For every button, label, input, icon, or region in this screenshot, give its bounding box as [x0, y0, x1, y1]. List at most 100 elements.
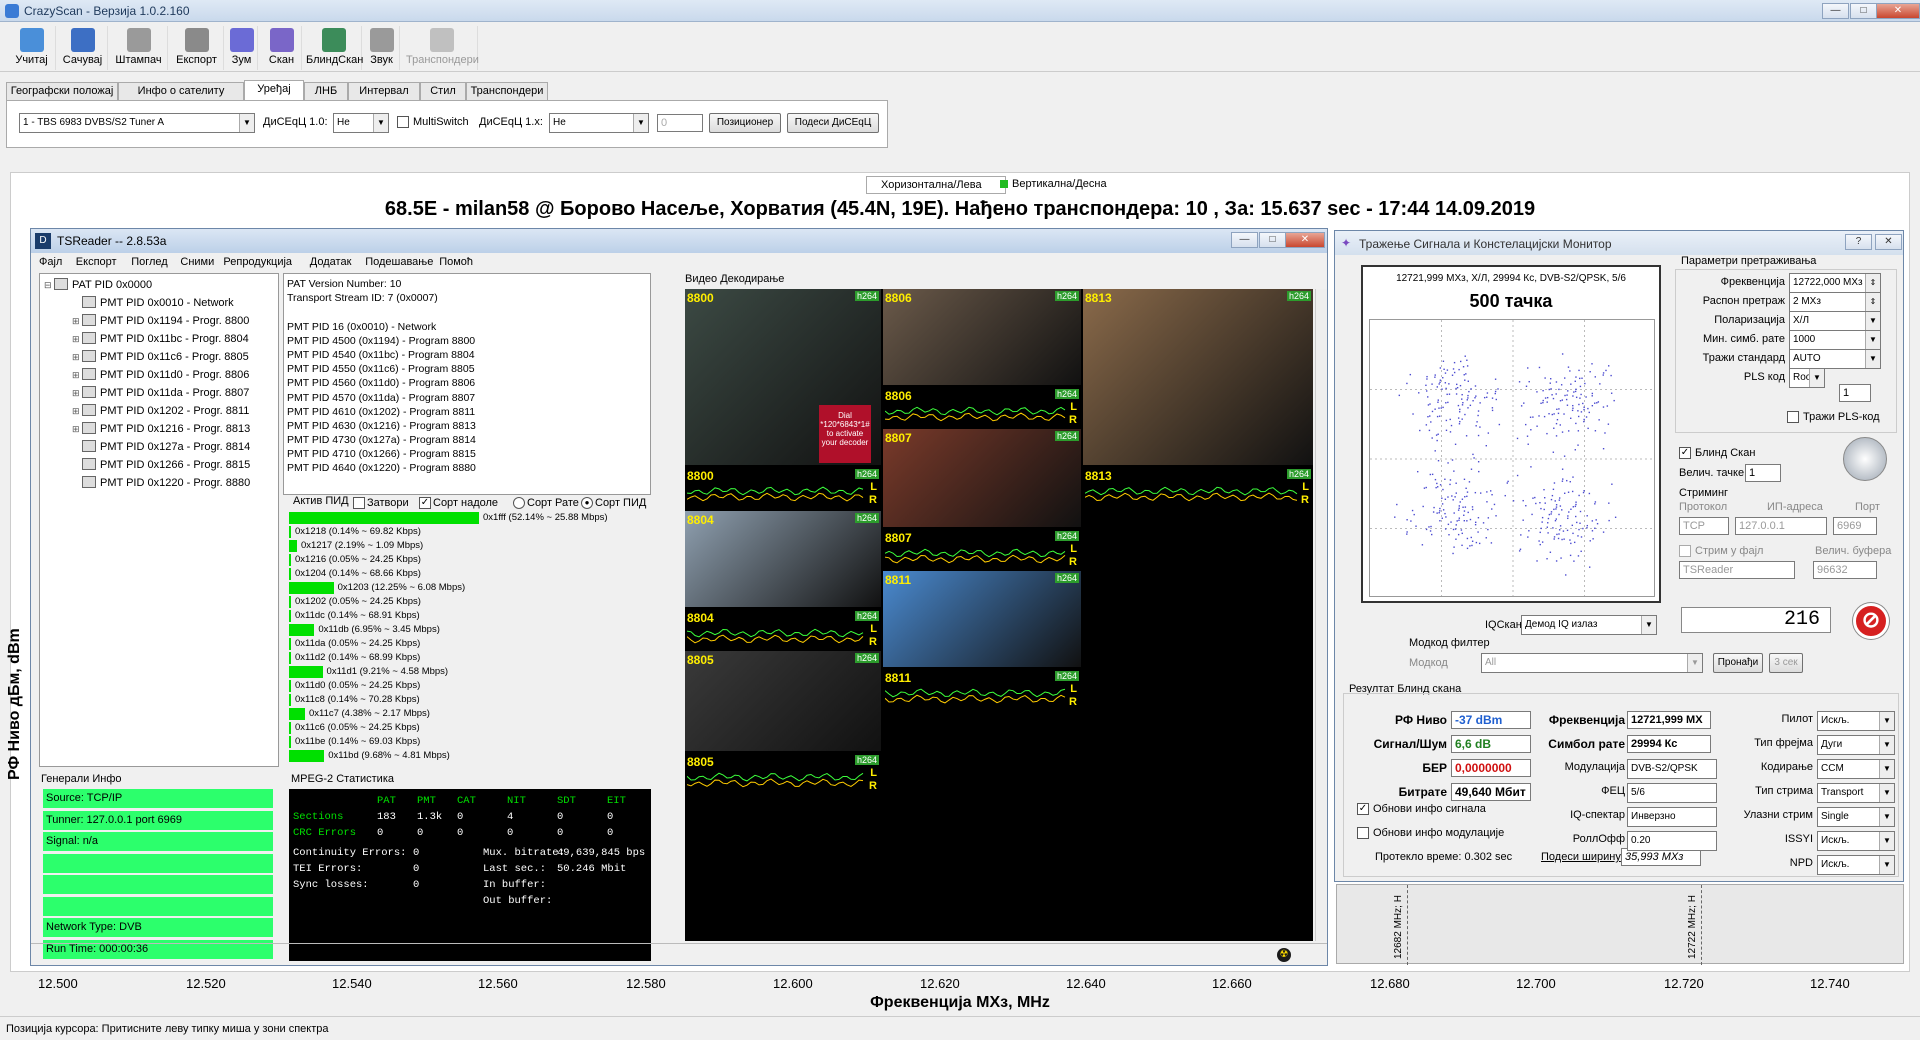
expand-icon[interactable]: ⊞: [72, 330, 82, 348]
expand-icon[interactable]: ⊞: [72, 402, 82, 420]
menu-item[interactable]: Помоћ: [439, 256, 473, 268]
result-select-npd[interactable]: Искљ. ▼: [1817, 855, 1895, 875]
menu-item[interactable]: Додатак: [310, 256, 352, 268]
iq-select[interactable]: Демод IQ излаз ▼: [1521, 615, 1657, 635]
reader-select[interactable]: TSReader: [1679, 561, 1795, 579]
menu-item[interactable]: Сними: [180, 256, 214, 268]
diseqc-settings-button[interactable]: Подеси ДиСЕqЦ: [787, 113, 879, 133]
param-field[interactable]: 1000 ▼: [1789, 330, 1881, 350]
tree-item[interactable]: ⊞ PMT PID 0x11bc - Progr. 8804: [44, 330, 278, 348]
tree-item[interactable]: PMT PID 0x0010 - Network: [44, 294, 278, 312]
tab-2[interactable]: Уређај: [244, 80, 304, 100]
toolbar-zoom-button[interactable]: Зум: [226, 26, 258, 70]
sort-pid-radio[interactable]: ●: [581, 497, 593, 509]
tree-item[interactable]: ⊞ PMT PID 0x11da - Progr. 8807: [44, 384, 278, 402]
result-value-roll[interactable]: 0.20: [1627, 831, 1717, 851]
multiswitch-checkbox[interactable]: [397, 116, 409, 128]
expand-icon[interactable]: ⊞: [72, 420, 82, 438]
monitor-help-button[interactable]: ?: [1845, 234, 1872, 250]
toolbar-save-button[interactable]: Сачувај: [58, 26, 108, 70]
maximize-button[interactable]: □: [1850, 3, 1877, 19]
param-field[interactable]: Х/Л ▼: [1789, 311, 1881, 331]
port-field[interactable]: 6969: [1833, 517, 1877, 535]
expand-icon[interactable]: ⊞: [72, 366, 82, 384]
modcod-select[interactable]: All ▼: [1481, 653, 1703, 673]
toolbar-printer-button[interactable]: Штампач: [110, 26, 168, 70]
bandwidth-link[interactable]: Подеси ширину: [1541, 851, 1621, 863]
video-tile-8806[interactable]: 8806 h264: [883, 289, 1081, 385]
protocol-select[interactable]: TCP: [1679, 517, 1729, 535]
result-select-pilot[interactable]: Искљ. ▼: [1817, 711, 1895, 731]
update-mod-checkbox[interactable]: [1357, 827, 1369, 839]
blind-scan-checkbox[interactable]: ✓: [1679, 447, 1691, 459]
expand-icon[interactable]: ⊟: [44, 276, 54, 294]
param-field[interactable]: 12722,000 МХз ⇕: [1789, 273, 1881, 293]
result-select-code[interactable]: CCM ▼: [1817, 759, 1895, 779]
video-tile-8805[interactable]: 8805 h264: [685, 651, 881, 751]
tree-item[interactable]: PMT PID 0x1266 - Progr. 8815: [44, 456, 278, 474]
update-signal-checkbox[interactable]: ✓: [1357, 803, 1369, 815]
chevron-down-icon[interactable]: ⇕: [1865, 274, 1880, 292]
toolbar-blindscan-button[interactable]: БлиндСкан: [306, 26, 363, 70]
menu-item[interactable]: Репродукција: [223, 256, 292, 268]
tree-item[interactable]: PMT PID 0x127a - Progr. 8814: [44, 438, 278, 456]
result-select-st[interactable]: Transport ▼: [1817, 783, 1895, 803]
tuner-select[interactable]: 1 - TBS 6983 DVBS/S2 Tuner A ▼: [19, 113, 255, 133]
find-button[interactable]: Пронађи: [1713, 653, 1763, 673]
tab-5[interactable]: Стил: [420, 82, 466, 100]
result-select-frame[interactable]: Дуги ▼: [1817, 735, 1895, 755]
close-checkbox[interactable]: [353, 497, 365, 509]
toolbar-scan-button[interactable]: Скан: [262, 26, 302, 70]
chevron-down-icon[interactable]: ⇕: [1865, 293, 1880, 311]
tree-item[interactable]: ⊞ PMT PID 0x11c6 - Progr. 8805: [44, 348, 278, 366]
tab-1[interactable]: Инфо о сателиту: [118, 82, 244, 100]
chevron-down-icon[interactable]: ▼: [1809, 369, 1824, 387]
param-field[interactable]: Root ▼: [1789, 368, 1825, 388]
pls-search-checkbox[interactable]: [1787, 411, 1799, 423]
step-field[interactable]: 1: [1745, 464, 1781, 482]
diseqc-spin[interactable]: 0: [657, 114, 703, 132]
diseqc1x-select[interactable]: Не ▼: [549, 113, 649, 133]
video-tile-8811[interactable]: 8811 h264: [883, 571, 1081, 667]
menu-item[interactable]: Експорт: [76, 256, 117, 268]
expand-icon[interactable]: ⊞: [72, 384, 82, 402]
tab-0[interactable]: Географски положај: [6, 82, 118, 100]
diseqc10-select[interactable]: Не ▼: [333, 113, 389, 133]
pid-tree[interactable]: ⊟ PAT PID 0x0000 PMT PID 0x0010 - Network ⊞…: [39, 273, 279, 767]
result-select-issy[interactable]: Искљ. ▼: [1817, 831, 1895, 851]
toolbar-export-button[interactable]: Експорт: [170, 26, 224, 70]
tab-3[interactable]: ЛНБ: [304, 82, 348, 100]
chevron-down-icon[interactable]: ▼: [1865, 331, 1880, 349]
sort-rate-radio[interactable]: [513, 497, 525, 509]
tree-item[interactable]: ⊞ PMT PID 0x1216 - Progr. 8813: [44, 420, 278, 438]
toolbar-transponders-button[interactable]: Транспондери: [406, 26, 479, 70]
close-button[interactable]: ✕: [1876, 3, 1920, 19]
toolbar-sound-button[interactable]: Звук: [364, 26, 400, 70]
video-scrollbar[interactable]: [1315, 289, 1327, 941]
param-field[interactable]: 2 МХз ⇕: [1789, 292, 1881, 312]
buffer-field[interactable]: 96632: [1813, 561, 1877, 579]
tree-item[interactable]: PMT PID 0x1220 - Progr. 8880: [44, 474, 278, 492]
toolbar-open-button[interactable]: Учитај: [8, 26, 56, 70]
ip-field[interactable]: 127.0.0.1: [1735, 517, 1827, 535]
video-tile-8800[interactable]: 8800 h264 Dial *120*6843*1# to activate yo…: [685, 289, 881, 465]
expand-icon[interactable]: ⊞: [72, 348, 82, 366]
monitor-close-button[interactable]: ✕: [1875, 234, 1902, 250]
positioner-button[interactable]: Позиционер: [709, 113, 781, 133]
tree-item[interactable]: ⊞ PMT PID 0x11d0 - Progr. 8806: [44, 366, 278, 384]
menu-item[interactable]: Поглед: [131, 256, 168, 268]
param-field[interactable]: AUTO ▼: [1789, 349, 1881, 369]
video-tile-8813[interactable]: 8813 h264: [1083, 289, 1313, 465]
tsreader-close-button[interactable]: ✕: [1285, 232, 1325, 248]
menu-item[interactable]: Фајл: [39, 256, 62, 268]
file-stream-checkbox[interactable]: [1679, 545, 1691, 557]
stop-icon[interactable]: ⊘: [1853, 603, 1889, 639]
tree-item[interactable]: ⊞ PMT PID 0x1194 - Progr. 8800: [44, 312, 278, 330]
tab-6[interactable]: Транспондери: [466, 82, 548, 100]
tree-item[interactable]: ⊞ PMT PID 0x1202 - Progr. 8811: [44, 402, 278, 420]
video-tile-8804[interactable]: 8804 h264: [685, 511, 881, 607]
tsreader-maximize-button[interactable]: □: [1259, 232, 1286, 248]
minimize-button[interactable]: —: [1822, 3, 1849, 19]
result-value-mod[interactable]: DVB-S2/QPSK: [1627, 759, 1717, 779]
result-value-fec[interactable]: 5/6: [1627, 783, 1717, 803]
